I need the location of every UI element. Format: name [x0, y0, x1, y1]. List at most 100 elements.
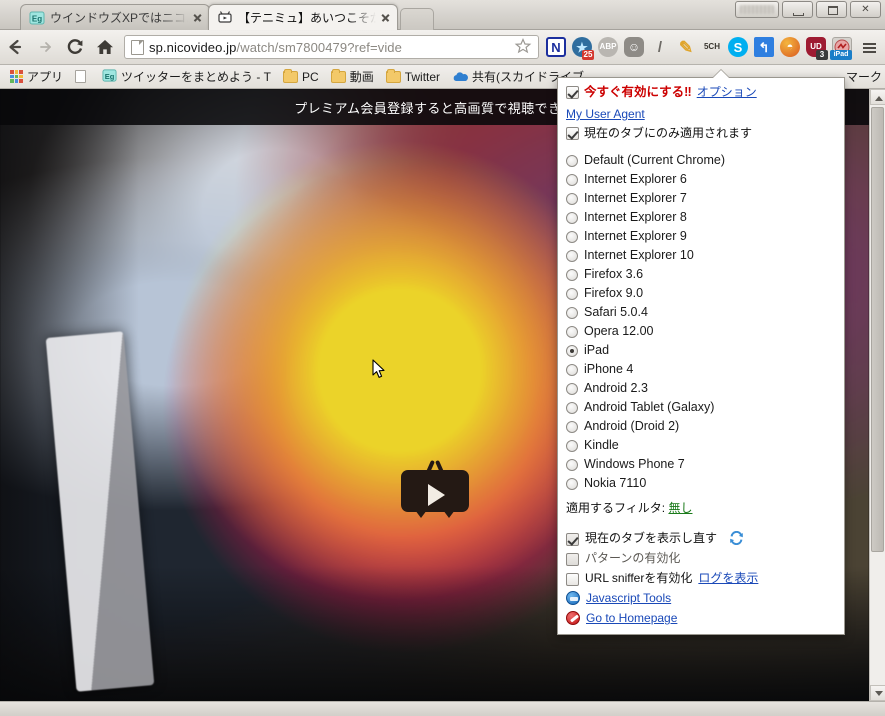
pencil-extension[interactable]: ✎	[673, 34, 699, 60]
bookmark-twitter[interactable]: Twitter	[380, 67, 446, 87]
home-button[interactable]	[90, 32, 120, 62]
other-bookmarks[interactable]: マーク	[840, 67, 885, 87]
agent-option-android-tablet[interactable]: Android Tablet (Galaxy)	[566, 398, 836, 417]
javascript-tools-link[interactable]: Javascript Tools	[586, 590, 671, 606]
reload-tab-checkbox[interactable]	[566, 532, 579, 546]
radio-icon[interactable]	[566, 230, 578, 243]
bookmark-apps[interactable]: アプリ	[4, 67, 69, 87]
address-bar[interactable]: sp.nicovideo.jp/watch/sm7800479?ref=vide	[124, 35, 539, 59]
share-icon: ↰	[754, 37, 774, 57]
filter-value-link[interactable]: 無し	[668, 501, 692, 515]
radio-icon[interactable]	[566, 401, 578, 414]
radio-icon[interactable]	[566, 173, 578, 186]
naver-extension[interactable]: N	[543, 34, 569, 60]
agent-option-ie7[interactable]: Internet Explorer 7	[566, 189, 836, 208]
radio-icon[interactable]	[566, 192, 578, 205]
agent-option-ie6[interactable]: Internet Explorer 6	[566, 170, 836, 189]
scrollbar-thumb[interactable]	[871, 107, 884, 552]
new-tab-button[interactable]	[400, 8, 434, 30]
agent-option-ie9[interactable]: Internet Explorer 9	[566, 227, 836, 246]
browser-tab-2[interactable]: 【テニミュ】あいつこそがテニスの	[208, 4, 398, 30]
radio-icon[interactable]	[566, 420, 578, 433]
share-extension[interactable]: ↰	[751, 34, 777, 60]
radio-icon[interactable]	[566, 439, 578, 452]
agent-label: Android 2.3	[584, 381, 648, 395]
agent-option-iphone4[interactable]: iPhone 4	[566, 360, 836, 379]
back-arrow-icon	[9, 39, 22, 55]
radio-icon[interactable]	[566, 154, 578, 167]
line-extension[interactable]: ☺	[621, 34, 647, 60]
bookmark-twitter-matome[interactable]: Eg ツイッターをまとめよう - T	[96, 67, 277, 87]
agent-label: Firefox 9.0	[584, 286, 644, 300]
radio-icon[interactable]	[566, 344, 578, 357]
play-button[interactable]	[400, 459, 469, 518]
agent-option-opera1200[interactable]: Opera 12.00	[566, 322, 836, 341]
firefox-extension[interactable]: ◓	[777, 34, 803, 60]
minimize-button[interactable]	[782, 1, 813, 18]
current-tab-only-checkbox[interactable]	[566, 127, 579, 140]
reload-tab-label: 現在のタブを表示し直す	[585, 531, 718, 545]
pattern-checkbox[interactable]	[566, 552, 579, 566]
reload-button[interactable]	[60, 32, 90, 62]
bookmark-douga[interactable]: 動画	[325, 67, 380, 87]
homepage-link[interactable]: Go to Homepage	[586, 610, 677, 626]
forward-arrow-icon	[40, 42, 51, 52]
url-sniffer-row: URL snifferを有効化 ログを表示	[566, 570, 836, 586]
chrome-menu-button[interactable]	[855, 32, 883, 62]
url-sniffer-checkbox[interactable]	[566, 572, 579, 586]
ublock-extension[interactable]: UD 3	[803, 34, 829, 60]
agent-option-safari504[interactable]: Safari 5.0.4	[566, 303, 836, 322]
options-link[interactable]: オプション	[697, 84, 757, 101]
agent-option-nokia7110[interactable]: Nokia 7110	[566, 474, 836, 493]
forward-button[interactable]	[30, 32, 60, 62]
agent-option-firefox90[interactable]: Firefox 9.0	[566, 284, 836, 303]
radio-icon[interactable]	[566, 477, 578, 490]
sch-extension[interactable]: 5CH	[699, 34, 725, 60]
my-user-agent-link[interactable]: My User Agent	[566, 106, 645, 123]
close-tab-icon[interactable]	[190, 10, 205, 25]
homepage-row[interactable]: Go to Homepage	[566, 610, 836, 626]
enable-now-checkbox[interactable]	[566, 86, 579, 99]
show-log-link[interactable]: ログを表示	[698, 570, 758, 586]
skype-extension[interactable]: S	[725, 34, 751, 60]
close-button[interactable]: ✕	[850, 1, 881, 18]
agent-option-ie8[interactable]: Internet Explorer 8	[566, 208, 836, 227]
agent-option-ie10[interactable]: Internet Explorer 10	[566, 246, 836, 265]
radio-icon[interactable]	[566, 325, 578, 338]
my-user-agent-extension[interactable]: iPad	[829, 34, 855, 60]
agent-option-android23[interactable]: Android 2.3	[566, 379, 836, 398]
radio-icon[interactable]	[566, 363, 578, 376]
close-tab-icon[interactable]	[378, 10, 393, 25]
radio-icon[interactable]	[566, 458, 578, 471]
adblock-plus-extension[interactable]: ABP	[595, 34, 621, 60]
folder-icon	[385, 68, 401, 83]
javascript-tools-row[interactable]: Javascript Tools	[566, 590, 836, 606]
agent-option-android-droid2[interactable]: Android (Droid 2)	[566, 417, 836, 436]
radio-icon[interactable]	[566, 382, 578, 395]
blurred-label-button[interactable]	[735, 1, 779, 18]
radio-icon[interactable]	[566, 249, 578, 262]
back-button[interactable]	[0, 32, 30, 62]
agent-option-kindle[interactable]: Kindle	[566, 436, 836, 455]
vertical-scrollbar[interactable]	[869, 89, 885, 701]
radio-icon[interactable]	[566, 306, 578, 319]
scroll-up-button[interactable]	[870, 89, 885, 105]
radio-icon[interactable]	[566, 268, 578, 281]
filter-row: 適用するフィルタ: 無し	[566, 499, 836, 516]
scroll-down-button[interactable]	[870, 685, 885, 701]
agent-option-default[interactable]: Default (Current Chrome)	[566, 151, 836, 170]
bookmark-doc[interactable]	[69, 67, 96, 87]
refresh-icon[interactable]	[729, 530, 744, 546]
agent-option-firefox36[interactable]: Firefox 3.6	[566, 265, 836, 284]
browser-tab-1[interactable]: Eg ウインドウズXPではニコニコ動	[20, 4, 210, 30]
bookmark-star-icon[interactable]	[514, 37, 534, 57]
radio-icon[interactable]	[566, 211, 578, 224]
home-icon	[97, 40, 113, 54]
slash-extension[interactable]: /	[647, 34, 673, 60]
maximize-button[interactable]	[816, 1, 847, 18]
bookmark-pc[interactable]: PC	[277, 67, 325, 87]
agent-option-windows-phone-7[interactable]: Windows Phone 7	[566, 455, 836, 474]
agent-option-ipad[interactable]: iPad	[566, 341, 836, 360]
radio-icon[interactable]	[566, 287, 578, 300]
star-extension[interactable]: ★ 25	[569, 34, 595, 60]
